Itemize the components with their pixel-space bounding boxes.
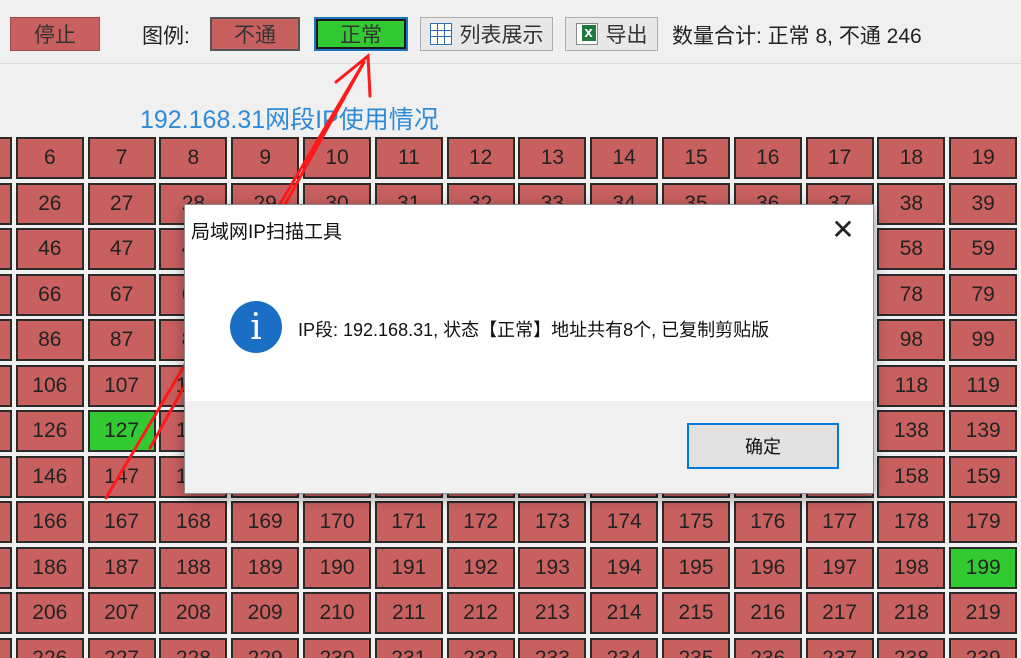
dialog-title: 局域网IP扫描工具 <box>191 222 342 243</box>
message-dialog: 局域网IP扫描工具 ✕ i IP段: 192.168.31, 状态【正常】地址共… <box>184 204 874 494</box>
dialog-footer: 确定 <box>185 401 873 493</box>
dialog-message: IP段: 192.168.31, 状态【正常】地址共有8个, 已复制剪贴版 <box>298 320 770 340</box>
info-icon: i <box>230 301 282 353</box>
ok-button[interactable]: 确定 <box>687 423 839 469</box>
close-icon[interactable]: ✕ <box>819 209 867 249</box>
